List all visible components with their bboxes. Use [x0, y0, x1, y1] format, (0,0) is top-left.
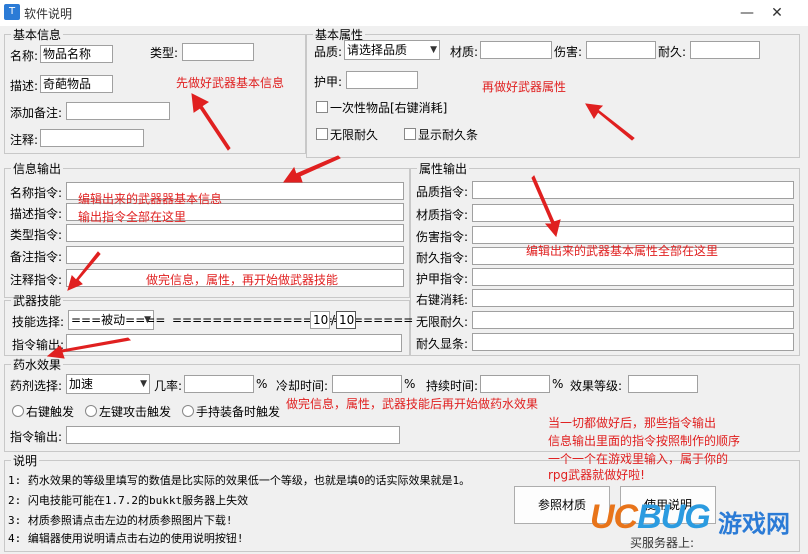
- arrow-attrs: [585, 103, 635, 141]
- arrow-info: [283, 155, 341, 183]
- watermark-tag: 买服务器上:: [630, 536, 695, 550]
- arrow-potion: [46, 337, 132, 359]
- watermark-suffix: 游戏网: [718, 510, 790, 538]
- watermark-logo: UCBUG: [590, 498, 711, 536]
- arrow-skill: [67, 251, 101, 291]
- arrow-attr-out: [531, 175, 561, 238]
- arrow-basic: [191, 93, 231, 151]
- annotation-arrows: [46, 93, 635, 359]
